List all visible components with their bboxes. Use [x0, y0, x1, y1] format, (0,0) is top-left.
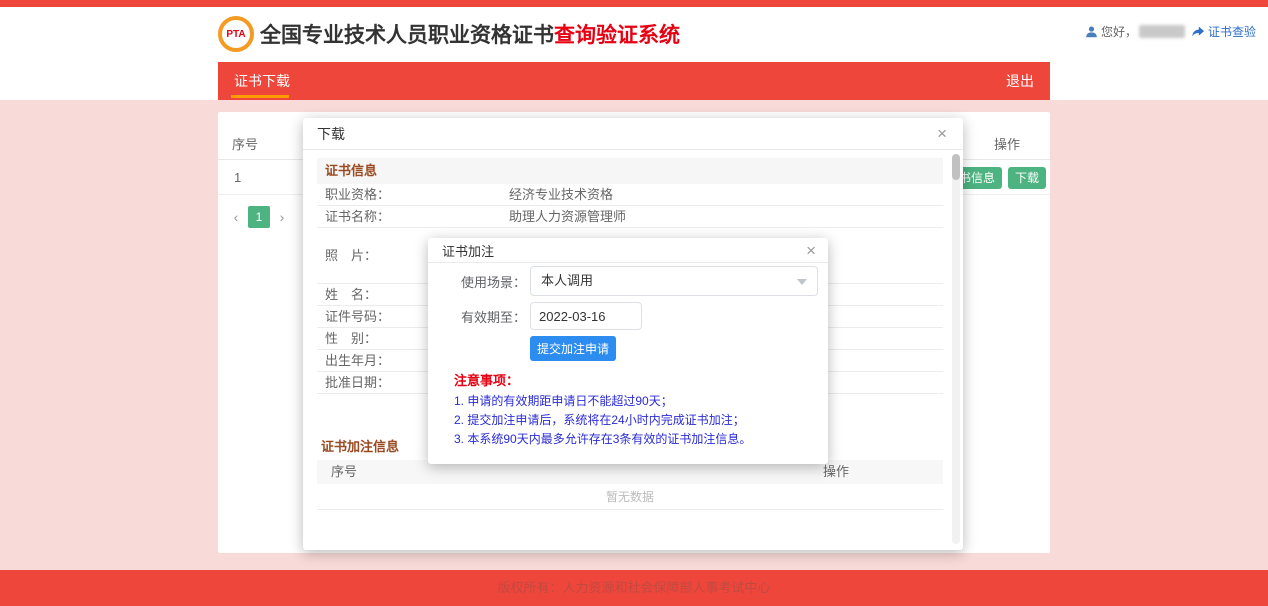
- pagination: ‹ 1 ›: [228, 206, 290, 228]
- modal-scrollbar-thumb[interactable]: [952, 154, 960, 180]
- annotation-empty-row: 暂无数据: [317, 484, 943, 510]
- footer: 版权所有：人力资源和社会保障部人事考试中心: [0, 570, 1268, 606]
- expiry-label: 有效期至：: [428, 307, 526, 326]
- note-line-2: 2. 提交加注申请后，系统将在24小时内完成证书加注；: [454, 414, 812, 427]
- field-value: 经济专业技术资格: [509, 184, 943, 205]
- nav-bar: 证书下载 退出: [218, 62, 1050, 100]
- active-tab-underline: [231, 95, 289, 98]
- brand: PTA 全国专业技术人员职业资格证书查询验证系统: [218, 16, 680, 52]
- field-label: 证书名称：: [317, 206, 509, 227]
- cert-info-section-title: 证书信息: [317, 158, 943, 184]
- share-arrow-icon: [1191, 25, 1205, 38]
- close-icon[interactable]: ×: [937, 118, 947, 150]
- notes-header: 注意事项：: [454, 370, 812, 389]
- field-value: 助理人力资源管理师: [509, 206, 943, 227]
- pagination-page-1[interactable]: 1: [248, 206, 270, 228]
- pagination-prev-icon[interactable]: ‹: [228, 209, 244, 225]
- page-title: 全国专业技术人员职业资格证书查询验证系统: [260, 19, 680, 49]
- page-title-main: 全国专业技术人员职业资格证书: [260, 24, 554, 47]
- cert-verify-link[interactable]: 证书查验: [1208, 23, 1256, 40]
- notes-block: 注意事项： 1. 申请的有效期距申请日不能超过90天； 2. 提交加注申请后，系…: [454, 370, 812, 446]
- scene-selected-value: 本人调用: [541, 273, 593, 288]
- user-name-redacted: [1139, 25, 1185, 38]
- download-modal-title: 下载: [317, 126, 345, 142]
- field-row-occupation: 职业资格： 经济专业技术资格: [317, 184, 943, 206]
- field-row-cert-name: 证书名称： 助理人力资源管理师: [317, 206, 943, 228]
- col-index: 序号: [232, 130, 258, 160]
- page-title-accent: 查询验证系统: [554, 24, 680, 47]
- tab-cert-download-label: 证书下载: [234, 73, 290, 89]
- annotation-col-action: 操作: [823, 460, 943, 484]
- annotation-modal: 证书加注 × 使用场景： 本人调用 有效期至： 提交加注申请 注意事项： 1. …: [428, 238, 828, 464]
- note-line-3: 3. 本系统90天内最多允许存在3条有效的证书加注信息。: [454, 433, 812, 446]
- annotation-modal-header: 证书加注: [428, 238, 828, 263]
- page: PTA 全国专业技术人员职业资格证书查询验证系统 您好， 证书查验 证书下载 退…: [0, 0, 1268, 606]
- pta-logo-text: PTA: [226, 29, 245, 40]
- tab-cert-download[interactable]: 证书下载: [226, 62, 298, 100]
- note-line-1: 1. 申请的有效期距申请日不能超过90天；: [454, 395, 812, 408]
- modal-scrollbar[interactable]: [952, 154, 960, 544]
- expiry-row: 有效期至：: [428, 302, 642, 330]
- greeting-text: 您好，: [1101, 23, 1137, 40]
- row-index: 1: [234, 161, 241, 195]
- user-area: 您好， 证书查验: [1085, 23, 1256, 40]
- annotation-modal-title: 证书加注: [442, 244, 494, 259]
- expiry-date-input[interactable]: [530, 302, 642, 330]
- scene-label: 使用场景：: [428, 272, 526, 291]
- submit-annotation-button[interactable]: 提交加注申请: [530, 336, 616, 361]
- scene-row: 使用场景： 本人调用: [428, 266, 818, 296]
- header: PTA 全国专业技术人员职业资格证书查询验证系统 您好， 证书查验: [0, 7, 1268, 62]
- download-button[interactable]: 下载: [1008, 167, 1046, 189]
- download-modal-header: 下载: [303, 118, 963, 150]
- annotation-col-index: 序号: [317, 460, 397, 484]
- pagination-next-icon[interactable]: ›: [274, 209, 290, 225]
- user-icon: [1085, 25, 1098, 38]
- close-icon[interactable]: ×: [806, 238, 816, 263]
- chevron-down-icon: [797, 279, 807, 285]
- logout-button[interactable]: 退出: [1006, 62, 1034, 100]
- top-strip: [0, 0, 1268, 7]
- copyright-text: 版权所有：人力资源和社会保障部人事考试中心: [497, 580, 770, 595]
- col-action: 操作: [994, 130, 1020, 160]
- field-label: 职业资格：: [317, 184, 509, 205]
- pta-logo: PTA: [218, 16, 254, 52]
- scene-select[interactable]: 本人调用: [530, 266, 818, 296]
